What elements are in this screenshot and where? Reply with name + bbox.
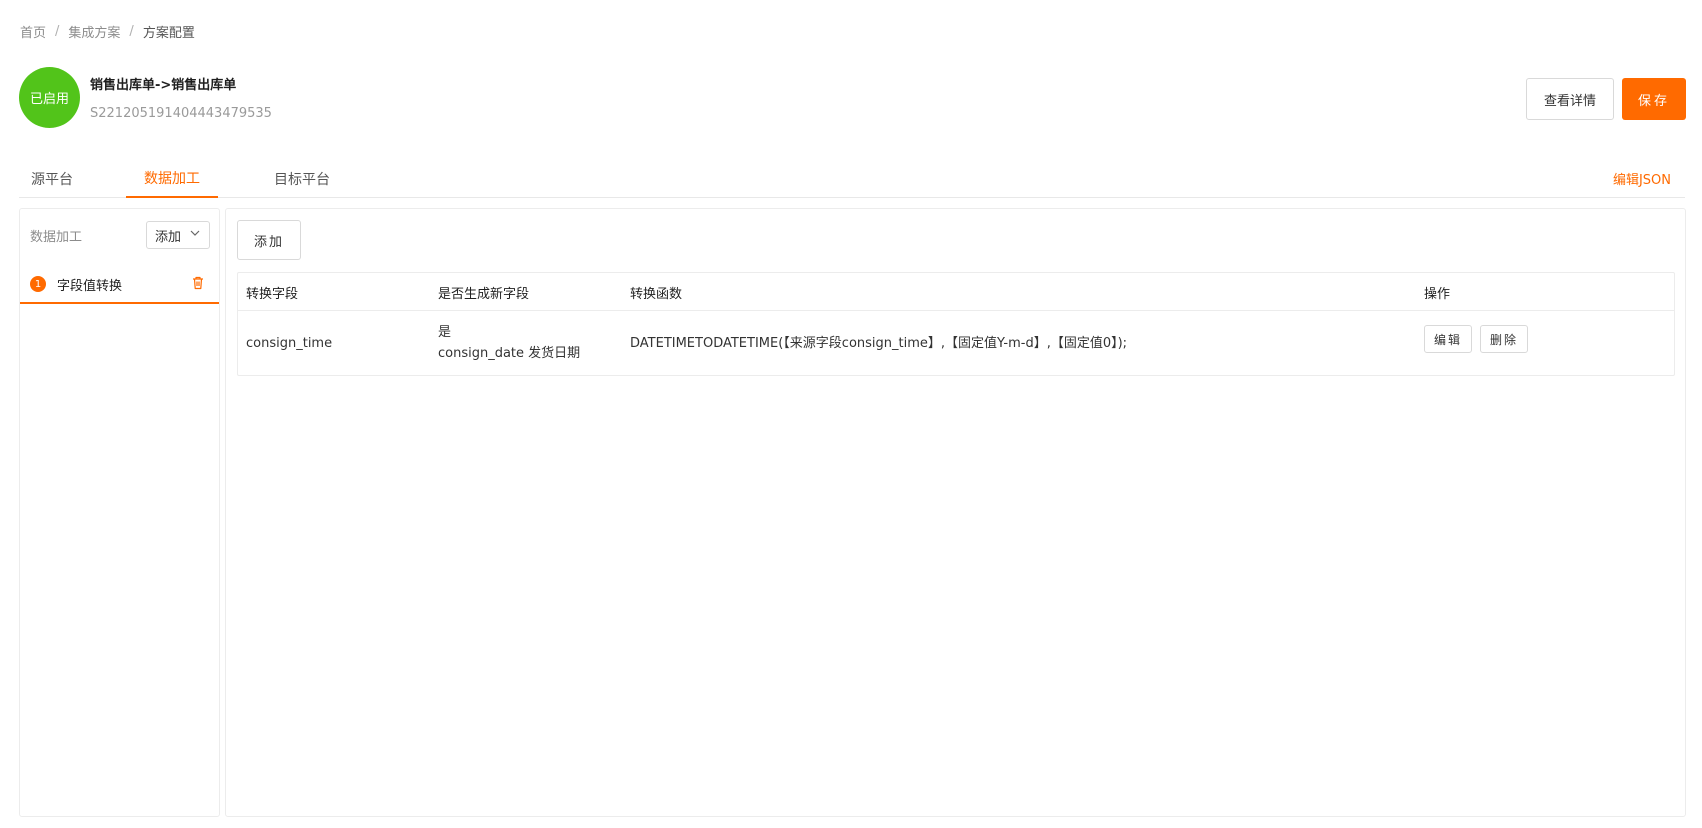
step-label: 字段值转换 <box>57 279 123 294</box>
breadcrumb-separator: / <box>129 24 134 39</box>
page: 首页 / 集成方案 / 方案配置 已启用 销售出库单->销售出库单 S22120… <box>0 0 1702 828</box>
column-header-actions: 操作 <box>1424 286 1451 302</box>
conversion-function: DATETIMETODATETIME(【来源字段consign_time】,【固… <box>630 335 1128 351</box>
step-number-badge: 1 <box>30 276 46 292</box>
breadcrumb-current: 方案配置 <box>142 26 195 41</box>
processing-detail-panel: 添加 转换字段 是否生成新字段 转换函数 操作 consign_time 是 c… <box>225 208 1686 817</box>
delete-button[interactable]: 删除 <box>1480 325 1528 353</box>
new-field-flag: 是 <box>438 325 452 340</box>
breadcrumb-separator: / <box>55 24 60 39</box>
breadcrumb-integration[interactable]: 集成方案 <box>68 22 120 41</box>
edit-button[interactable]: 编辑 <box>1424 325 1472 353</box>
trash-icon[interactable] <box>190 275 206 291</box>
new-field-description: consign_date 发货日期 <box>438 346 581 361</box>
add-step-select-value: 添加 <box>155 229 182 245</box>
breadcrumb-home[interactable]: 首页 <box>20 22 46 41</box>
cell-new-field: 是 consign_date 发货日期 <box>438 311 580 375</box>
view-detail-button[interactable]: 查看详情 <box>1526 78 1614 120</box>
tab-data-processing[interactable]: 数据加工 <box>126 160 218 198</box>
processing-steps-panel: 数据加工 添加 1 字段值转换 <box>19 208 220 817</box>
scheme-code: S221205191404443479535 <box>90 106 272 121</box>
tab-target-platform[interactable]: 目标平台 <box>257 160 347 198</box>
chevron-down-icon <box>190 230 200 236</box>
steps-panel-header: 数据加工 添加 <box>30 221 210 249</box>
breadcrumb: 首页 / 集成方案 / 方案配置 <box>20 22 195 41</box>
column-header-field: 转换字段 <box>246 286 299 302</box>
add-button[interactable]: 添加 <box>237 220 301 260</box>
cell-field: consign_time <box>246 311 332 375</box>
table-header: 转换字段 是否生成新字段 转换函数 操作 <box>238 273 1674 311</box>
tab-source-platform[interactable]: 源平台 <box>19 160 85 198</box>
edit-json-link[interactable]: 编辑JSON <box>1613 160 1671 196</box>
add-step-select[interactable]: 添加 <box>146 221 210 249</box>
column-header-new-field: 是否生成新字段 <box>438 286 530 302</box>
field-name: consign_time <box>246 335 333 351</box>
status-badge: 已启用 <box>19 67 80 128</box>
scheme-title: 销售出库单->销售出库单 <box>90 78 237 93</box>
steps-panel-title: 数据加工 <box>30 229 83 245</box>
column-header-function: 转换函数 <box>630 286 683 302</box>
cell-function: DATETIMETODATETIME(【来源字段consign_time】,【固… <box>630 311 1127 375</box>
tab-bar: 源平台 数据加工 目标平台 编辑JSON <box>19 160 1685 198</box>
conversion-table: 转换字段 是否生成新字段 转换函数 操作 consign_time 是 cons… <box>237 272 1675 376</box>
step-item[interactable]: 1 字段值转换 <box>20 264 219 304</box>
table-row: consign_time 是 consign_date 发货日期 DATETIM… <box>238 311 1674 375</box>
save-button[interactable]: 保存 <box>1622 78 1686 120</box>
